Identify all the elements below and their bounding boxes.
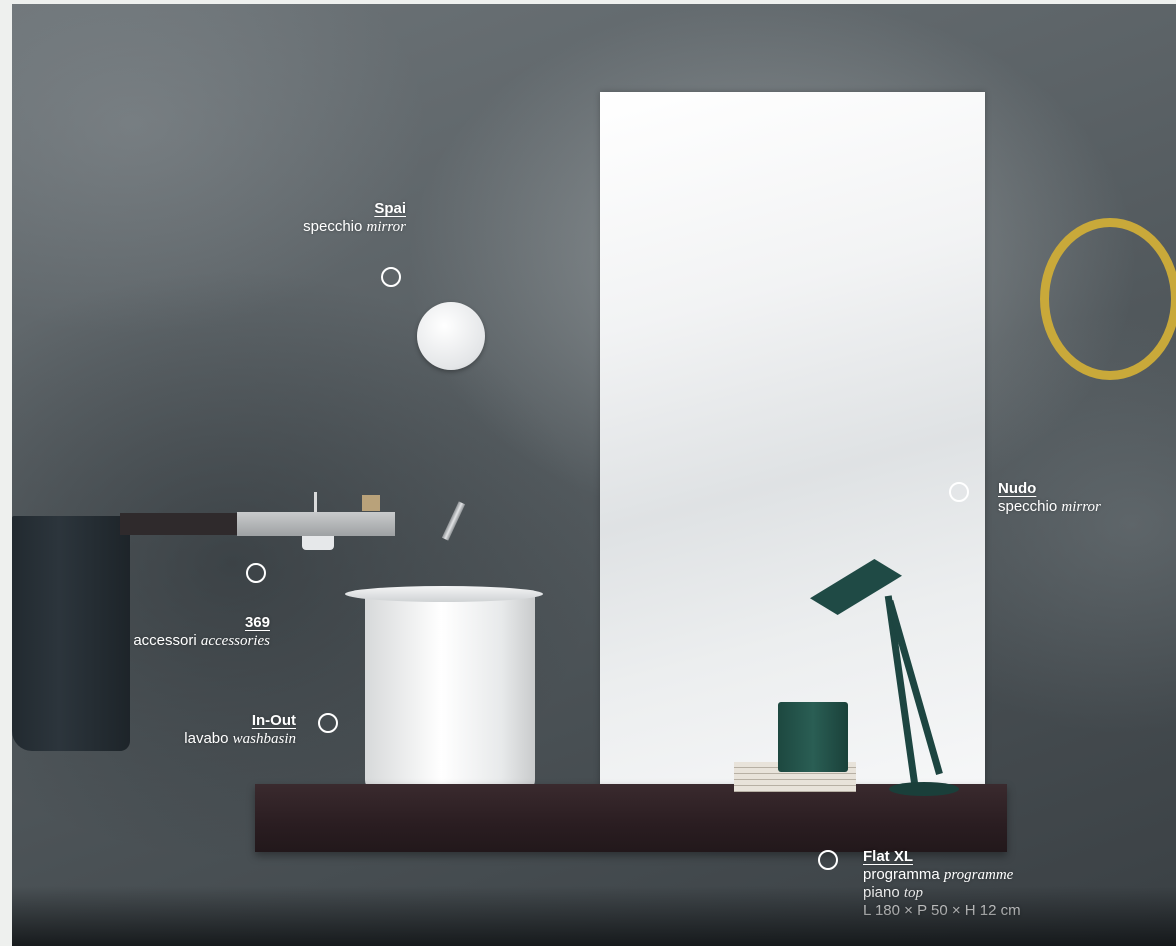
lamp-base bbox=[889, 782, 959, 796]
product-photo: Spai specchio mirror Nudo specchio mirro… bbox=[12, 4, 1176, 946]
nudo-name: Nudo bbox=[998, 480, 1037, 497]
shelf-cup bbox=[302, 536, 334, 550]
inout-hotspot-icon[interactable] bbox=[318, 713, 338, 733]
flatxl-line2-it: piano bbox=[863, 884, 900, 901]
acc369-desc-it: accessori bbox=[133, 632, 197, 649]
flatxl-line1-it: programma bbox=[863, 866, 940, 883]
flatxl-hotspot-icon[interactable] bbox=[818, 850, 838, 870]
spai-desc-en: mirror bbox=[366, 219, 406, 235]
shelf-item bbox=[314, 492, 317, 512]
green-box-image bbox=[778, 702, 848, 772]
faucet-image bbox=[441, 501, 466, 541]
acc369-name: 369 bbox=[244, 614, 270, 631]
inout-desc-it: lavabo bbox=[184, 730, 229, 747]
washbasin-rim bbox=[345, 586, 543, 602]
acc369-desc-en: accessories bbox=[200, 633, 270, 649]
nudo-desc-en: mirror bbox=[1061, 499, 1101, 515]
nudo-mirror-image bbox=[600, 92, 985, 788]
callout-369: 369 accessori accessories bbox=[72, 614, 270, 650]
flatxl-line1-en: programme bbox=[943, 867, 1014, 883]
callout-spai: Spai specchio mirror bbox=[232, 200, 406, 236]
yellow-ring-mirror-image bbox=[1040, 218, 1176, 380]
callout-inout: In-Out lavabo washbasin bbox=[122, 712, 296, 748]
callout-nudo: Nudo specchio mirror bbox=[998, 480, 1168, 516]
flatxl-line2-en: top bbox=[903, 885, 924, 901]
spai-hotspot-icon[interactable] bbox=[381, 267, 401, 287]
acc369-hotspot-icon[interactable] bbox=[246, 563, 266, 583]
spai-desc-it: specchio bbox=[303, 218, 363, 235]
washbasin-image bbox=[365, 594, 535, 792]
shelf-item bbox=[362, 495, 380, 511]
spai-name: Spai bbox=[374, 200, 406, 217]
nudo-hotspot-icon[interactable] bbox=[949, 482, 969, 502]
flatxl-dimensions: L 180 × P 50 × H 12 cm bbox=[863, 902, 1021, 919]
shelf-dark bbox=[120, 513, 244, 535]
spai-mirror-image bbox=[417, 302, 485, 370]
inout-desc-en: washbasin bbox=[232, 731, 296, 747]
flatxl-name: Flat XL bbox=[863, 848, 914, 865]
flat-xl-top-image bbox=[255, 784, 1007, 852]
inout-name: In-Out bbox=[251, 712, 296, 729]
callout-flatxl: Flat XL programma programme piano top L … bbox=[863, 848, 1163, 920]
shelf-light bbox=[237, 512, 395, 536]
nudo-desc-it: specchio bbox=[998, 498, 1058, 515]
